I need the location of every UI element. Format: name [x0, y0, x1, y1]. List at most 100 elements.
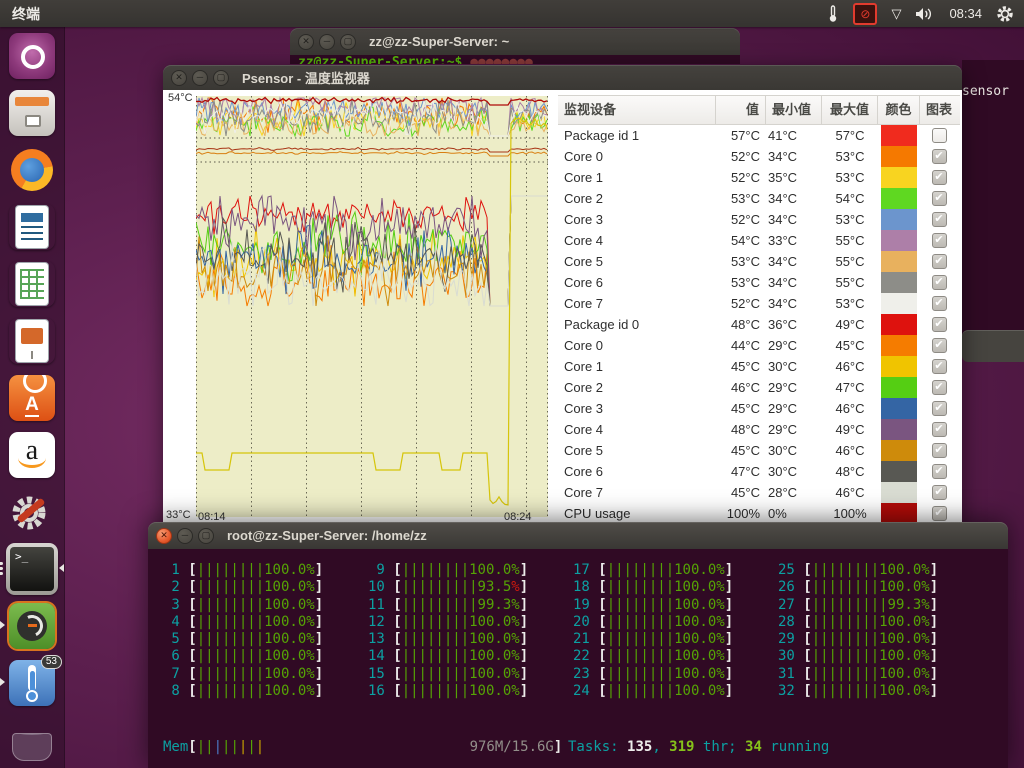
launcher-item-calc[interactable] — [0, 255, 64, 312]
header-graph[interactable]: 图表 — [920, 96, 958, 124]
sensor-value: 54°C — [716, 230, 766, 251]
launcher-item-software-updater[interactable] — [0, 597, 64, 654]
session-gear-icon[interactable] — [996, 5, 1014, 23]
sensor-min: 28°C — [766, 482, 822, 503]
sensor-max: 53°C — [822, 209, 878, 230]
maximize-icon[interactable]: ▢ — [213, 70, 229, 86]
sensor-row[interactable]: Package id 157°C41°C57°C — [558, 125, 960, 146]
sensor-min: 34°C — [766, 146, 822, 167]
close-icon[interactable]: ✕ — [298, 34, 314, 50]
sensor-max: 55°C — [822, 272, 878, 293]
graph-checkbox[interactable]: ✔ — [932, 380, 947, 395]
sensor-row[interactable]: CPU usage100%0%100%✔ — [558, 503, 960, 524]
launcher-item-amazon[interactable]: a — [0, 426, 64, 483]
sensor-value: 57°C — [716, 125, 766, 146]
sensor-row[interactable]: Core 752°C34°C53°C✔ — [558, 293, 960, 314]
launcher-item-trash[interactable] — [0, 711, 64, 768]
psensor-window-title: Psensor - 温度监视器 — [242, 68, 370, 87]
header-color[interactable]: 颜色 — [878, 96, 920, 124]
graph-checkbox[interactable]: ✔ — [932, 485, 947, 500]
sensor-row[interactable]: Core 253°C34°C54°C✔ — [558, 188, 960, 209]
launcher-item-writer[interactable] — [0, 198, 64, 255]
background-terminal-titlebar[interactable]: ✕ ─ ▢ zz@zz-Super-Server: ~ — [290, 28, 740, 55]
close-icon[interactable]: ✕ — [156, 528, 172, 544]
graph-checkbox[interactable]: ✔ — [932, 506, 947, 521]
sensor-rows: Package id 157°C41°C57°CCore 052°C34°C53… — [558, 125, 960, 524]
sensor-value: 52°C — [716, 167, 766, 188]
active-app-name[interactable]: 终端 — [12, 4, 40, 24]
graph-checkbox[interactable] — [932, 128, 947, 143]
sensor-name: Core 5 — [558, 251, 716, 272]
graph-checkbox[interactable]: ✔ — [932, 233, 947, 248]
color-swatch — [881, 293, 917, 314]
color-swatch — [881, 398, 917, 419]
header-device[interactable]: 监视设备 — [558, 96, 716, 124]
sensor-row[interactable]: Core 448°C29°C49°C✔ — [558, 419, 960, 440]
sensor-row[interactable]: Core 152°C35°C53°C✔ — [558, 167, 960, 188]
offscreen-window-edge[interactable] — [962, 330, 1024, 362]
cpu-meter-18: 18[||||||||100.0%] — [573, 579, 778, 596]
close-icon[interactable]: ✕ — [171, 70, 187, 86]
sensor-row[interactable]: Core 345°C29°C46°C✔ — [558, 398, 960, 419]
launcher-item-psensor[interactable]: 53 — [0, 654, 64, 711]
minimize-icon[interactable]: ─ — [177, 528, 193, 544]
sensor-value: 52°C — [716, 293, 766, 314]
launcher-item-impress[interactable] — [0, 312, 64, 369]
sensor-row[interactable]: Core 653°C34°C55°C✔ — [558, 272, 960, 293]
sensor-min: 29°C — [766, 335, 822, 356]
graph-checkbox[interactable]: ✔ — [932, 296, 947, 311]
minimize-icon[interactable]: ─ — [192, 70, 208, 86]
sensor-row[interactable]: Core 352°C34°C53°C✔ — [558, 209, 960, 230]
header-value[interactable]: 值 — [716, 96, 766, 124]
sensor-row[interactable]: Core 454°C33°C55°C✔ — [558, 230, 960, 251]
sensor-row[interactable]: Package id 048°C36°C49°C✔ — [558, 314, 960, 335]
graph-checkbox[interactable]: ✔ — [932, 359, 947, 374]
graph-checkbox[interactable]: ✔ — [932, 443, 947, 458]
graph-checkbox[interactable]: ✔ — [932, 275, 947, 290]
sensor-row[interactable]: Core 145°C30°C46°C✔ — [558, 356, 960, 377]
launcher-item-settings[interactable] — [0, 483, 64, 540]
launcher-item-terminal[interactable]: >_ — [0, 540, 64, 597]
network-indicator-icon[interactable]: ▽ — [891, 6, 901, 22]
launcher-item-firefox[interactable] — [0, 141, 64, 198]
graph-checkbox[interactable]: ✔ — [932, 338, 947, 353]
graph-checkbox[interactable]: ✔ — [932, 254, 947, 269]
sensor-row[interactable]: Core 647°C30°C48°C✔ — [558, 461, 960, 482]
sensor-row[interactable]: Core 052°C34°C53°C✔ — [558, 146, 960, 167]
maximize-icon[interactable]: ▢ — [340, 34, 356, 50]
graph-checkbox[interactable]: ✔ — [932, 191, 947, 206]
clock[interactable]: 08:34 — [949, 6, 982, 21]
htop-titlebar[interactable]: ✕ ─ ▢ root@zz-Super-Server: /home/zz — [148, 522, 1008, 549]
sensor-row[interactable]: Core 745°C28°C46°C✔ — [558, 482, 960, 503]
maximize-icon[interactable]: ▢ — [198, 528, 214, 544]
graph-checkbox[interactable]: ✔ — [932, 170, 947, 185]
thermometer-indicator-icon[interactable] — [827, 5, 839, 23]
graph-checkbox[interactable]: ✔ — [932, 149, 947, 164]
header-min[interactable]: 最小值 — [766, 96, 822, 124]
psensor-titlebar[interactable]: ✕ ─ ▢ Psensor - 温度监视器 — [163, 65, 962, 90]
sensor-min: 34°C — [766, 272, 822, 293]
graph-checkbox[interactable]: ✔ — [932, 401, 947, 416]
minimize-icon[interactable]: ─ — [319, 34, 335, 50]
sensor-row[interactable]: Core 246°C29°C47°C✔ — [558, 377, 960, 398]
graph-checkbox[interactable]: ✔ — [932, 464, 947, 479]
header-max[interactable]: 最大值 — [822, 96, 878, 124]
graph-checkbox[interactable]: ✔ — [932, 317, 947, 332]
graph-checkbox[interactable]: ✔ — [932, 422, 947, 437]
sensor-row[interactable]: Core 553°C34°C55°C✔ — [558, 251, 960, 272]
sensor-min: 0% — [766, 503, 822, 524]
color-swatch — [881, 167, 917, 188]
sensor-name: Core 0 — [558, 335, 716, 356]
volume-indicator-icon[interactable] — [915, 7, 935, 21]
launcher-item-dash[interactable] — [0, 27, 64, 84]
recording-indicator-icon[interactable]: ⊘ — [853, 3, 877, 25]
launcher-item-software[interactable]: A — [0, 369, 64, 426]
sensor-row[interactable]: Core 044°C29°C45°C✔ — [558, 335, 960, 356]
sensor-row[interactable]: Core 545°C30°C46°C✔ — [558, 440, 960, 461]
background-terminal-window[interactable]: ✕ ─ ▢ zz@zz-Super-Server: ~ zz@zz-Super-… — [290, 28, 740, 64]
sensor-max: 53°C — [822, 293, 878, 314]
graph-checkbox[interactable]: ✔ — [932, 212, 947, 227]
sensor-max: 45°C — [822, 335, 878, 356]
mem-value: 976M/15.6G — [470, 739, 554, 756]
launcher-item-files[interactable] — [0, 84, 64, 141]
